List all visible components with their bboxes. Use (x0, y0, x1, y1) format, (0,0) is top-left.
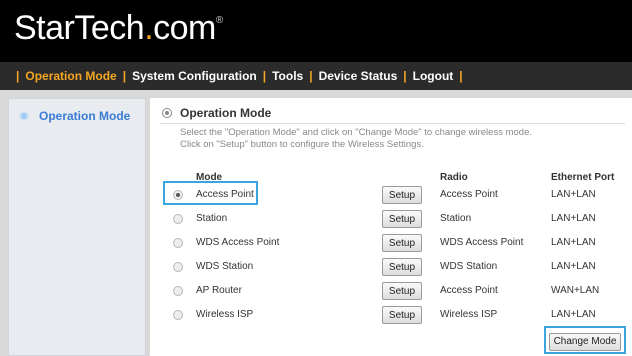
nav-device-status[interactable]: Device Status (319, 69, 398, 83)
mode-radio-station[interactable] (173, 214, 183, 224)
mode-label: WDS Access Point (196, 237, 280, 248)
sidebar-item-label: Operation Mode (39, 109, 131, 123)
ethernet-value: LAN+LAN (551, 237, 596, 248)
nav-separator: | (262, 69, 267, 83)
radio-value: WDS Station (440, 261, 498, 272)
table-row: Access Point Setup Access Point LAN+LAN (150, 183, 632, 207)
main-content: Operation Mode Select the "Operation Mod… (150, 98, 632, 356)
ethernet-value: WAN+LAN (551, 285, 600, 296)
radio-value: Station (440, 213, 472, 224)
mode-label: Access Point (196, 189, 254, 200)
mode-label: Wireless ISP (196, 309, 254, 320)
top-nav: | Operation Mode | System Configuration … (0, 62, 632, 90)
setup-button[interactable]: Setup (382, 234, 422, 252)
mode-radio-wds-access-point[interactable] (173, 238, 183, 248)
page-title-text: Operation Mode (180, 106, 272, 120)
mode-label: AP Router (196, 285, 242, 296)
nav-separator: | (309, 69, 313, 83)
setup-button[interactable]: Setup (382, 282, 422, 300)
change-mode-button[interactable]: Change Mode (549, 332, 621, 351)
mode-radio-access-point[interactable] (173, 190, 183, 200)
nav-operation-mode[interactable]: Operation Mode (25, 69, 116, 83)
logo-dot: . (144, 9, 154, 47)
logo-trademark: ® (215, 15, 223, 26)
logo-text-main: StarTech (14, 9, 145, 47)
nav-separator: | (459, 69, 463, 83)
table-row: AP Router Setup Access Point WAN+LAN (150, 279, 632, 303)
description: Select the "Operation Mode" and click on… (180, 127, 532, 151)
table-row: Station Setup Station LAN+LAN (150, 207, 632, 231)
ethernet-value: LAN+LAN (551, 213, 596, 224)
nav-tools[interactable]: Tools (272, 69, 303, 83)
radio-value: WDS Access Point (440, 237, 524, 248)
table-row: WDS Station Setup WDS Station LAN+LAN (150, 255, 632, 279)
bullet-icon (19, 111, 29, 121)
mode-label: WDS Station (196, 261, 254, 272)
divider (160, 123, 625, 124)
column-header-ethernet: Ethernet Port (551, 172, 615, 183)
page-title: Operation Mode (162, 106, 271, 120)
table-row: Wireless ISP Setup Wireless ISP LAN+LAN (150, 303, 632, 327)
ethernet-value: LAN+LAN (551, 189, 596, 200)
sidebar-item-operation-mode[interactable]: Operation Mode (19, 109, 130, 123)
mode-radio-ap-router[interactable] (173, 286, 183, 296)
setup-button[interactable]: Setup (382, 306, 422, 324)
nav-separator: | (122, 69, 127, 83)
radio-value: Wireless ISP (440, 309, 498, 320)
nav-separator: | (16, 69, 20, 83)
ethernet-value: LAN+LAN (551, 309, 596, 320)
column-header-radio: Radio (440, 172, 468, 183)
ethernet-value: LAN+LAN (551, 261, 596, 272)
setup-button[interactable]: Setup (382, 186, 422, 204)
nav-separator: | (403, 69, 407, 83)
nav-system-configuration[interactable]: System Configuration (132, 69, 257, 83)
setup-button[interactable]: Setup (382, 210, 422, 228)
startech-logo: StarTech.com® (14, 9, 223, 48)
sidebar: Operation Mode (8, 98, 146, 356)
header-bar: StarTech.com® (0, 0, 632, 62)
mode-radio-wds-station[interactable] (173, 262, 183, 272)
column-header-mode: Mode (196, 172, 223, 183)
section-icon (162, 108, 172, 118)
mode-radio-wireless-isp[interactable] (173, 310, 183, 320)
change-mode-highlight: Change Mode (544, 326, 626, 354)
mode-label: Station (196, 213, 228, 224)
description-line-2: Click on "Setup" button to configure the… (180, 139, 424, 150)
description-line-1: Select the "Operation Mode" and click on… (180, 127, 532, 138)
logo-text-suffix: com (153, 9, 216, 47)
radio-value: Access Point (440, 189, 498, 200)
table-row: WDS Access Point Setup WDS Access Point … (150, 231, 632, 255)
nav-logout[interactable]: Logout (413, 69, 454, 83)
setup-button[interactable]: Setup (382, 258, 422, 276)
radio-value: Access Point (440, 285, 498, 296)
